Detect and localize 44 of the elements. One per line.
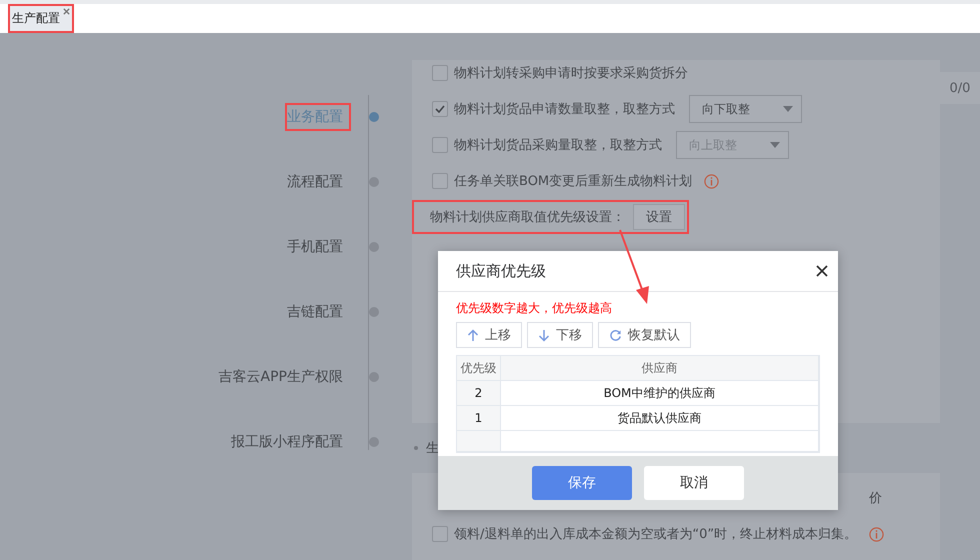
- close-icon[interactable]: [816, 265, 828, 277]
- nav-item[interactable]: 手机配置: [285, 233, 351, 261]
- info-icon: [704, 174, 720, 188]
- refresh-icon: [609, 328, 622, 342]
- caret-icon: [770, 142, 780, 148]
- checkbox[interactable]: [432, 65, 448, 81]
- table-cell: 1: [457, 406, 501, 431]
- section-heading: 生: [426, 440, 439, 457]
- dialog-title: 供应商优先级: [456, 262, 546, 280]
- setting-label: 任务单关联BOM变更后重新生成物料计划: [454, 173, 692, 190]
- setting-label: 物料计划供应商取值优先级设置：: [430, 209, 625, 226]
- arrow-up-icon: [467, 328, 479, 342]
- caret-icon: [783, 106, 793, 112]
- check-icon: [435, 105, 445, 113]
- toolbar-button[interactable]: 下移: [527, 322, 593, 348]
- setting-label: 物料计划转采购申请时按要求采购货拆分: [454, 65, 688, 82]
- nav-item[interactable]: 吉客云APP生产权限: [216, 363, 351, 391]
- info-icon: [869, 526, 884, 542]
- checkbox[interactable]: [432, 173, 448, 189]
- timeline-dot: [369, 112, 379, 122]
- setting-label: 物料计划货品申请数量取整，取整方式: [454, 101, 675, 118]
- setting-label: 价: [869, 490, 882, 507]
- table-cell: BOM中维护的供应商: [501, 381, 819, 406]
- nav-item[interactable]: 报工版小程序配置: [229, 428, 351, 456]
- setting-label: 领料/退料单的出入库成本金额为空或者为“0”时，终止材料成本归集。: [454, 526, 858, 543]
- settings-button[interactable]: 设置: [633, 204, 685, 230]
- nav-item[interactable]: 流程配置: [285, 168, 351, 196]
- arrow-down-icon: [538, 328, 550, 342]
- table-cell: 2: [457, 381, 501, 406]
- cancel-button[interactable]: 取消: [644, 466, 744, 500]
- save-button[interactable]: 保存: [532, 466, 632, 500]
- column-header: 优先级: [457, 356, 501, 381]
- checkbox[interactable]: [432, 101, 448, 117]
- page-tab[interactable]: 生产配置: [8, 4, 74, 33]
- table-cell: 货品默认供应商: [501, 406, 819, 431]
- checkbox[interactable]: [432, 526, 448, 542]
- rounding-select[interactable]: 向下取整: [689, 95, 802, 123]
- setting-label: 物料计划货品采购量取整，取整方式: [454, 137, 662, 154]
- hint-text: 优先级数字越大，优先级越高: [456, 300, 613, 317]
- nav-item[interactable]: 吉链配置: [285, 298, 351, 326]
- toolbar-button[interactable]: 上移: [456, 322, 522, 348]
- column-header: 供应商: [501, 356, 819, 381]
- count-badge: 0/0: [940, 72, 980, 104]
- toolbar-button[interactable]: 恢复默认: [598, 322, 691, 348]
